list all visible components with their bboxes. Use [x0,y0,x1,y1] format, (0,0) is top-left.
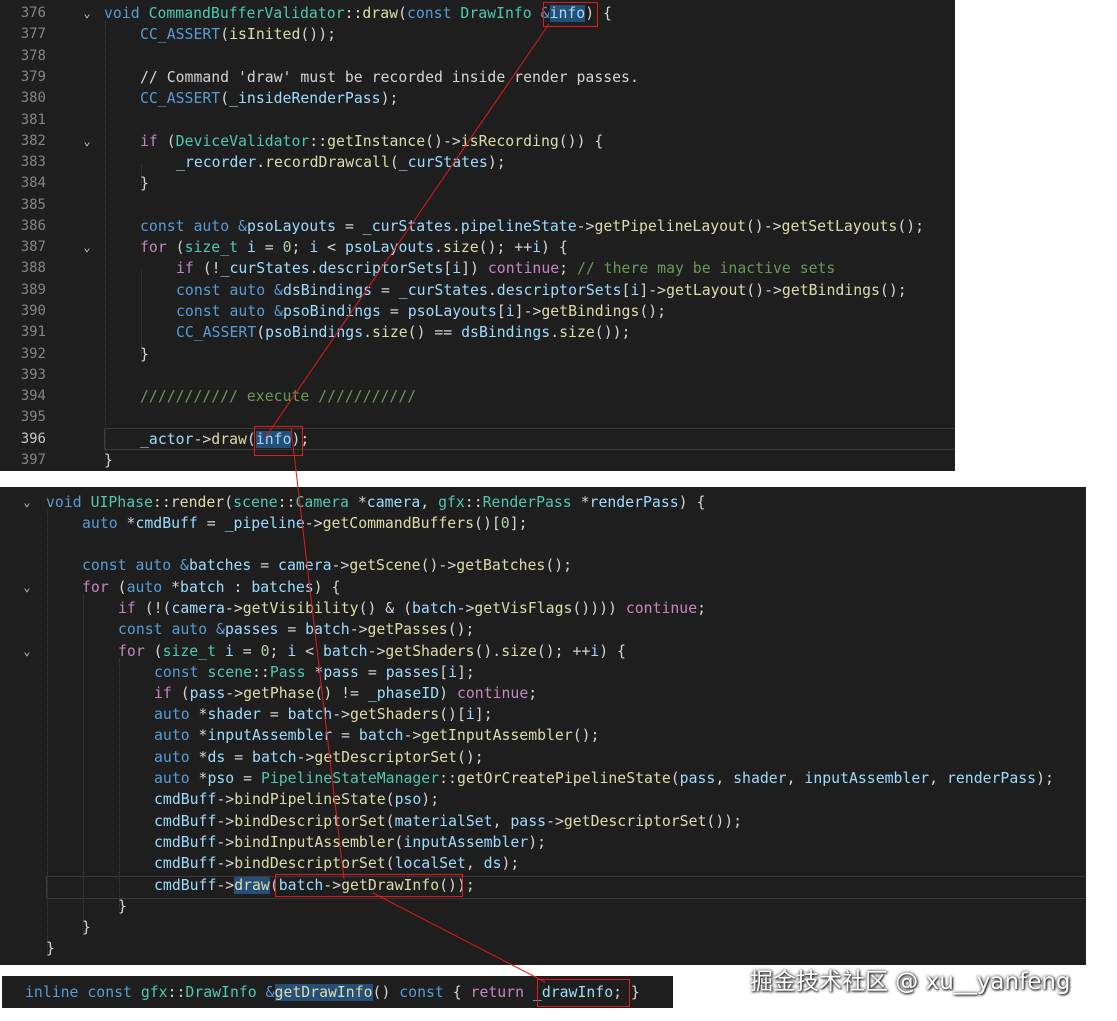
code-line: void UIPhase::render(scene::Camera *came… [46,494,706,511]
code-line: auto *ds = batch->getDescriptorSet(); [154,749,484,766]
code-line: if (!(camera->getVisibility() & (batch->… [118,600,707,617]
fold-chevron-down-icon[interactable]: ⌄ [80,131,94,152]
line-number: 395 [20,409,46,425]
indent-guide [141,270,142,355]
code-line: } [140,346,149,363]
code-line: auto *pso = PipelineStateManager::getOrC… [154,770,1054,787]
line-number: 386 [20,218,46,234]
code-line: if (DeviceValidator::getInstance()->isRe… [140,133,604,150]
code-line: auto *cmdBuff = _pipeline->getCommandBuf… [82,515,528,532]
code-line: } [140,175,149,192]
code-line: CC_ASSERT(isInited()); [140,26,337,43]
line-number: 377 [20,26,46,42]
annotation-box-getdrawinfo-call [275,874,463,897]
code-line: auto *shader = batch->getShaders()[i]; [154,706,493,723]
line-number: 388 [20,260,46,276]
line-number: 379 [20,69,46,85]
line-number: 387 [20,239,46,255]
code-line: const auto &batches = camera->getScene()… [82,557,573,574]
code-line: const scene::Pass *pass = passes[i]; [154,664,475,681]
line-number: 384 [20,175,46,191]
fold-chevron-down-icon[interactable]: ⌄ [20,577,34,598]
code-line: for (size_t i = 0; i < batch->getShaders… [118,643,626,660]
fold-chevron-down-icon[interactable]: ⌄ [80,237,94,258]
line-number: 378 [20,48,46,64]
code-panel-command-buffer-validator: 376 377 378 379 380 381 382 383 384 385 … [0,0,955,471]
code-line: } [82,919,91,936]
code-line: _recorder.recordDrawcall(_curStates); [176,154,506,171]
code-line: } [46,940,55,957]
code-line: CC_ASSERT(_insideRenderPass); [140,90,399,107]
code-line: for (size_t i = 0; i < psoLayouts.size()… [140,239,568,256]
code-line: const auto &psoBindings = psoLayouts[i]-… [176,303,667,320]
line-number-current: 396 [20,431,46,447]
code-line: if (pass->getPhase() != _phaseID) contin… [154,685,538,702]
code-line: void CommandBufferValidator::draw(const … [104,5,612,22]
code-line: cmdBuff->bindDescriptorSet(localSet, ds)… [154,855,520,872]
code-panel-uiphase-render: ⌄ ⌄ ⌄ void UIPhase::render(scene::Camera… [0,487,1086,965]
code-line: } [104,452,113,469]
line-number: 382 [20,133,46,149]
line-number: 394 [20,388,46,404]
line-number: 392 [20,346,46,362]
line-number: 393 [20,367,46,383]
code-line: const auto &psoLayouts = _curStates.pipe… [140,218,925,235]
line-number: 385 [20,197,46,213]
indent-guide [105,21,106,461]
annotation-box-info-arg [254,426,303,456]
code-line: CC_ASSERT(psoBindings.size() == dsBindin… [176,324,631,341]
line-number: 389 [20,282,46,298]
line-number: 390 [20,303,46,319]
annotation-box-info-param [543,2,598,27]
code-line: const auto &passes = batch->getPasses(); [118,621,475,638]
code-line: const auto &dsBindings = _curStates.desc… [176,282,907,299]
code-line: cmdBuff->bindPipelineState(pso); [154,791,440,808]
code-comment: /////////// execute /////////// [140,388,417,405]
code-line: cmdBuff->bindDescriptorSet(materialSet, … [154,813,743,830]
code-panel-getdrawinfo: inline const gfx::DrawInfo &getDrawInfo(… [2,976,673,1008]
indent-guide [119,659,120,909]
code-line: if (!_curStates.descriptorSets[i]) conti… [176,260,836,277]
line-number: 380 [20,90,46,106]
code-line: auto *inputAssembler = batch->getInputAs… [154,727,600,744]
line-number: 391 [20,324,46,340]
watermark: 掘金技术社区 @ xu__yanfeng [750,969,1071,995]
line-number: 383 [20,154,46,170]
annotation-box-drawinfo-member [537,979,630,1007]
fold-chevron-down-icon[interactable]: ⌄ [20,492,34,513]
code-line: for (auto *batch : batches) { [82,579,341,596]
code-line: cmdBuff->bindInputAssembler(inputAssembl… [154,834,547,851]
line-number: 381 [20,112,46,128]
line-number: 376 [20,5,46,21]
code-line: } [118,898,127,915]
line-number: 397 [20,452,46,468]
fold-chevron-down-icon[interactable]: ⌄ [20,641,34,662]
fold-chevron-down-icon[interactable]: ⌄ [80,3,94,24]
code-comment: // Command 'draw' must be recorded insid… [140,69,639,86]
